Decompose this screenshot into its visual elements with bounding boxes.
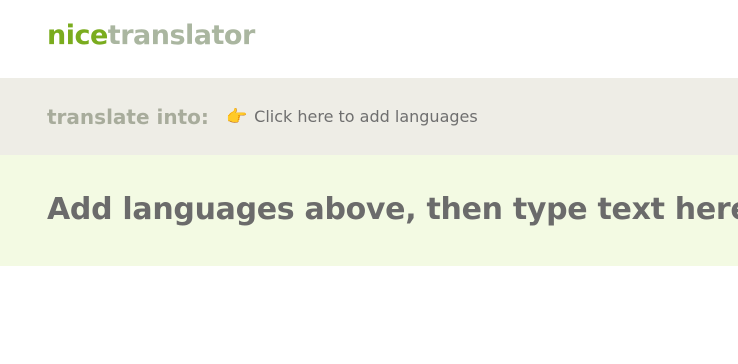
language-bar: translate into: 👉 Click here to add lang…: [0, 78, 738, 155]
logo-translator: translator: [107, 20, 255, 51]
add-languages-label: Click here to add languages: [254, 107, 478, 126]
text-input-placeholder[interactable]: Add languages above, then type text here: [47, 191, 738, 229]
pointing-hand-icon: 👉: [226, 107, 248, 127]
logo-nice: nice: [47, 20, 108, 51]
text-input-area[interactable]: Add languages above, then type text here: [0, 155, 738, 266]
add-languages-button[interactable]: 👉 Click here to add languages: [226, 106, 478, 128]
translate-into-label: translate into:: [47, 105, 209, 129]
header: nicetranslator: [0, 0, 738, 78]
logo[interactable]: nicetranslator: [47, 19, 255, 53]
